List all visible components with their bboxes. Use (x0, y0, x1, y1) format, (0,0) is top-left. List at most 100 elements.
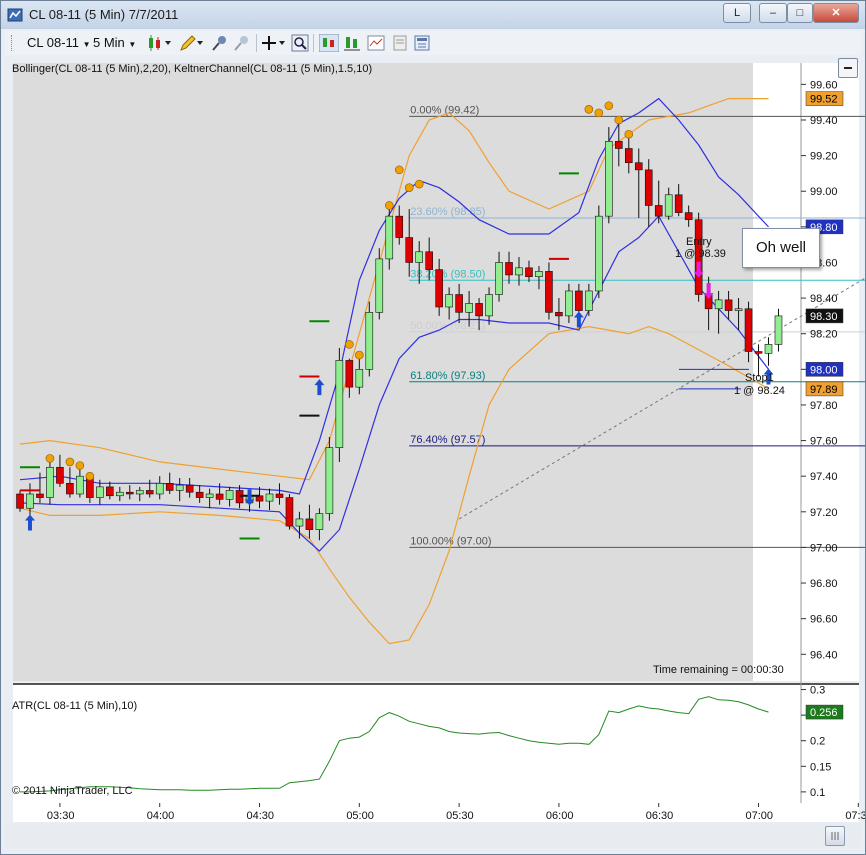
title-bar[interactable]: CL 08-11 (5 Min) 7/7/2011 L – □ ✕ (1, 1, 865, 29)
data-box-icon[interactable] (391, 34, 409, 52)
instrument-selector[interactable]: CL 08-11 ▼ (27, 33, 91, 53)
properties-icon[interactable] (413, 34, 431, 52)
unpin-icon[interactable] (233, 34, 251, 52)
price-marker-label: 98.30 (810, 311, 838, 323)
candle-body (345, 360, 354, 388)
maximize-button[interactable]: □ (787, 3, 813, 23)
candle-body (465, 303, 473, 313)
candle-body (145, 490, 154, 495)
candle-body (714, 299, 723, 310)
candle-body (535, 271, 543, 278)
candle-body (185, 484, 194, 493)
zoom-icon[interactable] (291, 34, 309, 52)
price-tick-label: 97.40 (810, 471, 838, 483)
candle-body (275, 493, 284, 498)
candle-body (515, 267, 523, 276)
entry-label: Entry (686, 236, 712, 248)
price-tick-label: 97.00 (810, 542, 838, 554)
chart-area[interactable]: 0.00% (99.42)23.60% (98.85)38.20% (98.50… (1, 57, 865, 822)
candle-body (155, 483, 164, 495)
candle-body (165, 483, 174, 491)
price-tick-label: 99.40 (810, 115, 838, 127)
price-tick-label: 98.20 (810, 329, 838, 341)
time-tick-label: 05:30 (446, 810, 474, 822)
candle-body (754, 351, 763, 354)
price-tick-label: 96.60 (810, 614, 838, 626)
candle-body (325, 447, 334, 514)
pivot-high-dot (604, 101, 614, 111)
candle-body (744, 308, 753, 352)
interval-selector[interactable]: 5 Min ▼ (93, 33, 136, 53)
annotation-textbox[interactable]: Oh well (742, 228, 820, 268)
candle-body (644, 169, 653, 206)
toolbar-separator (256, 34, 257, 52)
candle-body (624, 148, 633, 164)
candle-body (505, 262, 513, 276)
candle-body (585, 290, 593, 311)
link-button[interactable]: L (723, 3, 751, 23)
stop-label: Stop1 (745, 372, 774, 384)
time-tick-label: 06:00 (546, 810, 574, 822)
instrument-label: CL 08-11 (27, 35, 80, 50)
price-tick-label: 96.40 (810, 649, 838, 661)
price-marker-label: 98.00 (810, 364, 838, 376)
candle-body (56, 466, 64, 484)
grip-icon (831, 832, 839, 840)
candle-body (674, 194, 683, 213)
candle-body (175, 484, 184, 491)
candle-body (614, 141, 623, 149)
chart-properties-icon[interactable] (367, 34, 385, 52)
collapse-panel-button[interactable] (838, 58, 858, 78)
candle-body (355, 369, 364, 388)
price-tick-label: 99.20 (810, 151, 838, 163)
time-tick-label: 04:00 (147, 810, 175, 822)
candle-body (605, 141, 613, 217)
price-marker-label: 97.89 (810, 384, 838, 396)
candle-body (555, 312, 563, 317)
pin-icon[interactable] (211, 34, 229, 52)
scrollbar-thumb[interactable] (825, 826, 845, 846)
toolbar-separator (313, 34, 314, 52)
candle-body (315, 513, 324, 530)
pivot-high-dot (65, 457, 75, 467)
pivot-high-dot (394, 165, 404, 175)
indicator-legend: Bollinger(CL 08-11 (5 Min),2,20), Keltne… (12, 63, 372, 75)
atr-legend: ATR(CL 08-11 (5 Min),10) (12, 700, 137, 712)
time-tick-label: 03:30 (47, 810, 75, 822)
horizontal-scrollbar[interactable] (5, 823, 861, 847)
pivot-high-dot (414, 179, 424, 189)
ninjatrader-app-icon (7, 8, 23, 22)
session-shading-left (13, 63, 251, 681)
fib-level-label: 76.40% (97.57) (410, 434, 485, 446)
price-tick-label: 99.60 (810, 79, 838, 91)
stop-detail: 1 @ 98.24 (734, 385, 785, 397)
candle-body (66, 483, 74, 495)
candle-body (774, 315, 783, 345)
candle-body (265, 493, 274, 502)
candle-body (225, 490, 234, 500)
crosshair-icon[interactable] (261, 34, 287, 52)
candle-body (295, 518, 304, 527)
price-tick-label: 96.80 (810, 578, 838, 590)
candle-body (565, 290, 573, 317)
minimize-button[interactable]: – (759, 3, 787, 23)
candle-body (305, 518, 314, 530)
candle-body (36, 493, 44, 498)
candle-body (545, 271, 553, 313)
candle-body (46, 466, 54, 498)
drawing-pencil-icon[interactable] (179, 34, 205, 52)
atr-tick-label: 0.1 (810, 787, 825, 799)
pivot-high-dot (345, 340, 354, 349)
price-tick-label: 97.60 (810, 436, 838, 448)
indicators-icon[interactable] (343, 34, 361, 52)
close-button[interactable]: ✕ (813, 3, 859, 23)
candle-body (475, 303, 483, 317)
candle-body (764, 344, 773, 354)
candlestick-style-icon[interactable] (147, 34, 173, 52)
candle-body (425, 251, 433, 270)
strategies-icon[interactable] (319, 34, 339, 52)
pivot-high-dot (355, 350, 364, 360)
candle-body (76, 475, 84, 495)
pivot-high-dot (584, 105, 594, 114)
price-marker-label: 99.52 (810, 94, 838, 106)
